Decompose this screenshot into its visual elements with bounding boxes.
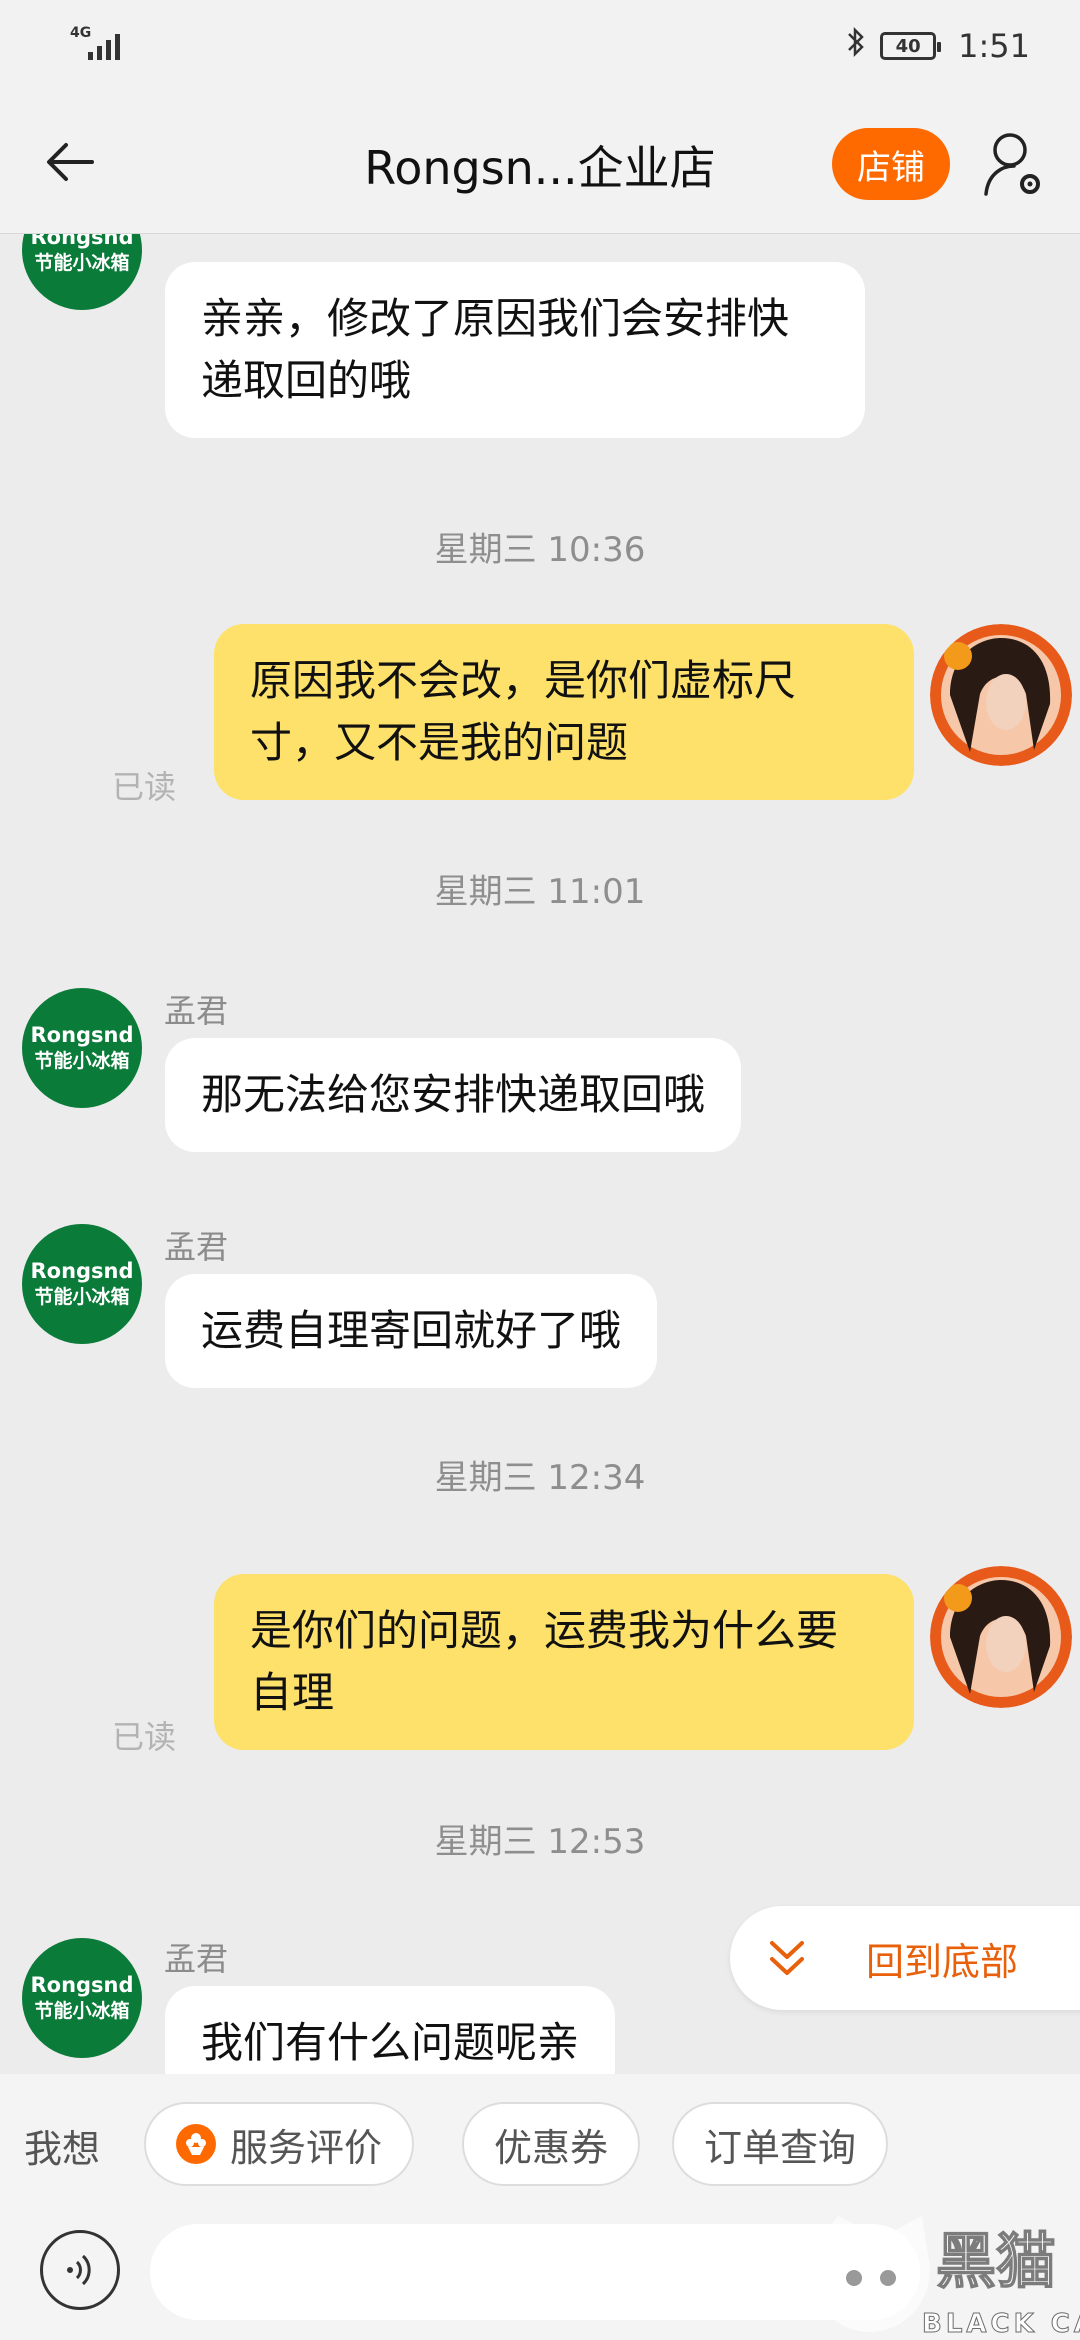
chat-header: Rongsn...企业店 店铺	[0, 92, 1080, 234]
scroll-to-bottom-button[interactable]: 回到底部	[730, 1906, 1080, 2010]
read-status: 已读	[112, 768, 177, 806]
sender-name: 孟君	[164, 1228, 229, 1266]
message-input[interactable]	[150, 2224, 920, 2320]
quick-actions-bar: 我想 服务评价 优惠券 订单查询	[0, 2074, 1080, 2216]
clock: 1:51	[958, 27, 1030, 65]
shop-avatar[interactable]: Rongsnd 节能小冰箱	[22, 234, 142, 310]
black-cat-logo: 黑猫 BLACK CAT	[810, 2216, 1080, 2340]
page-title: Rongsn...企业店	[364, 141, 716, 195]
voice-icon	[67, 2254, 91, 2286]
scroll-to-bottom-label: 回到底部	[866, 1939, 1019, 1984]
timestamp: 星期三 10:36	[434, 530, 646, 570]
signal-indicator: 4G	[70, 26, 130, 62]
incoming-message[interactable]: 那无法给您安排快递取回哦	[165, 1038, 742, 1152]
user-photo-icon	[930, 1566, 1072, 1708]
sender-name: 孟君	[164, 992, 229, 1030]
bluetooth-icon	[846, 25, 866, 67]
svg-text:BLACK CAT: BLACK CAT	[922, 2309, 1080, 2339]
message-list[interactable]: Rongsnd 节能小冰箱 亲亲，修改了原因我们会安排快递取回的哦 星期三 10…	[0, 234, 1080, 2074]
outgoing-message[interactable]: 原因我不会改，是你们虚标尺寸，又不是我的问题	[214, 624, 914, 800]
timestamp: 星期三 12:53	[434, 1822, 646, 1862]
quick-actions-label: 我想	[24, 2127, 101, 2171]
timestamp: 星期三 12:34	[434, 1458, 646, 1498]
user-settings-button[interactable]	[982, 128, 1046, 200]
shop-avatar[interactable]: Rongsnd 节能小冰箱	[22, 1224, 142, 1344]
incoming-message[interactable]: 我们有什么问题呢亲	[165, 1986, 616, 2074]
signal-icon	[88, 34, 120, 60]
my-avatar[interactable]	[930, 1566, 1072, 1708]
coupon-chip[interactable]: 优惠券	[462, 2102, 641, 2186]
watermark: 黑猫 BLACK CAT	[810, 2208, 1080, 2340]
shop-avatar[interactable]: Rongsnd 节能小冰箱	[22, 988, 142, 1108]
double-chevron-down-icon	[770, 1941, 804, 1975]
flower-icon	[176, 2124, 216, 2164]
voice-button[interactable]	[40, 2230, 120, 2310]
shop-button[interactable]: 店铺	[832, 128, 950, 200]
status-bar: 4G 40 1:51	[0, 0, 1080, 92]
arrow-left-icon	[47, 143, 94, 181]
read-status: 已读	[112, 1718, 177, 1756]
svg-text:黑猫: 黑猫	[936, 2227, 1056, 2297]
battery-icon: 40	[880, 32, 942, 60]
user-settings-icon	[984, 133, 1040, 196]
my-avatar[interactable]	[930, 624, 1072, 766]
incoming-message[interactable]: 亲亲，修改了原因我们会安排快递取回的哦	[165, 262, 865, 438]
back-button[interactable]	[40, 132, 100, 192]
timestamp: 星期三 11:01	[434, 872, 646, 912]
incoming-message[interactable]: 运费自理寄回就好了哦	[165, 1274, 658, 1388]
outgoing-message[interactable]: 是你们的问题，运费我为什么要自理	[214, 1574, 914, 1750]
order-query-chip[interactable]: 订单查询	[672, 2102, 889, 2186]
shop-avatar[interactable]: Rongsnd 节能小冰箱	[22, 1938, 142, 2058]
user-photo-icon	[930, 624, 1072, 766]
sender-name: 孟君	[164, 1940, 229, 1978]
service-rating-chip[interactable]: 服务评价	[144, 2102, 415, 2186]
